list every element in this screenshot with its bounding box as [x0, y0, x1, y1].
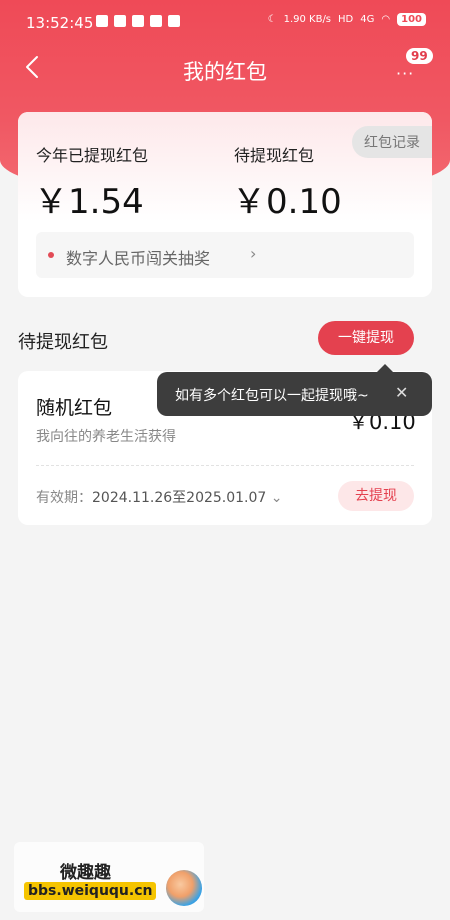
- validity-dates: 2024.11.26至2025.01.07: [92, 490, 267, 506]
- tooltip-text: 如有多个红包可以一起提现哦~: [175, 388, 369, 404]
- nav-bar: 我的红包 ··· 99: [0, 46, 450, 90]
- wifi-icon: ◠: [381, 14, 391, 25]
- status-bar: 13:52:45 ☾ 1.90 KB/s HD 4G ◠ 100: [0, 0, 450, 46]
- chat-notification-icon: [168, 15, 180, 27]
- watermark-url: bbs.weiququ.cn: [24, 882, 157, 900]
- divider: [36, 465, 414, 466]
- mascot-icon: [166, 870, 202, 906]
- validity-label: 有效期：: [36, 490, 92, 506]
- lottery-text: 数字人民币闯关抽奖: [66, 249, 211, 268]
- packet-name: 随机红包: [36, 397, 113, 419]
- packet-source: 我向往的养老生活获得: [36, 429, 176, 445]
- mail-notification-icon: [150, 15, 162, 27]
- withdrawn-label: 今年已提现红包: [36, 146, 149, 165]
- pending-amount: ￥0.10: [232, 182, 342, 222]
- watermark-title: 微趣趣: [60, 863, 111, 883]
- message-badge: 99: [406, 48, 433, 64]
- gallery-notification-icon: [114, 15, 126, 27]
- network-speed: 1.90 KB/s: [283, 14, 332, 25]
- chevron-down-icon: ⌄: [270, 490, 283, 506]
- chevron-right-icon: ›: [250, 244, 257, 263]
- withdrawn-amount: ￥1.54: [34, 182, 144, 222]
- bullet-dot-icon: [48, 252, 54, 258]
- notification-icons: [96, 15, 180, 27]
- page-title: 我的红包: [183, 60, 267, 84]
- status-right: ☾ 1.90 KB/s HD 4G ◠ 100: [268, 13, 426, 26]
- summary-card: 红包记录 今年已提现红包 ￥1.54 待提现红包 ￥0.10 数字人民币闯关抽奖…: [18, 112, 432, 297]
- more-icon[interactable]: ···: [396, 64, 414, 83]
- status-time: 13:52:45: [26, 14, 94, 32]
- watermark: 微趣趣 bbs.weiququ.cn: [14, 842, 204, 912]
- pending-section-title: 待提现红包: [18, 332, 108, 353]
- pending-label: 待提现红包: [234, 146, 315, 165]
- validity-period[interactable]: 有效期：2024.11.26至2025.01.07 ⌄: [36, 487, 283, 507]
- app-notification-icon: [96, 15, 108, 27]
- signal-icon: 4G: [360, 14, 375, 25]
- close-icon[interactable]: ✕: [395, 383, 408, 402]
- hd-icon: HD: [338, 14, 354, 25]
- tooltip-arrow: [377, 364, 393, 372]
- withdraw-all-button[interactable]: 一键提现: [318, 321, 414, 355]
- battery-icon: 100: [397, 13, 426, 26]
- red-packet-record-button[interactable]: 红包记录: [352, 126, 432, 158]
- withdraw-button[interactable]: 去提现: [338, 481, 414, 511]
- browser-notification-icon: [132, 15, 144, 27]
- tooltip: 如有多个红包可以一起提现哦~ ✕: [157, 364, 432, 416]
- moon-icon: ☾: [267, 14, 277, 25]
- lottery-banner[interactable]: 数字人民币闯关抽奖 ›: [36, 232, 414, 278]
